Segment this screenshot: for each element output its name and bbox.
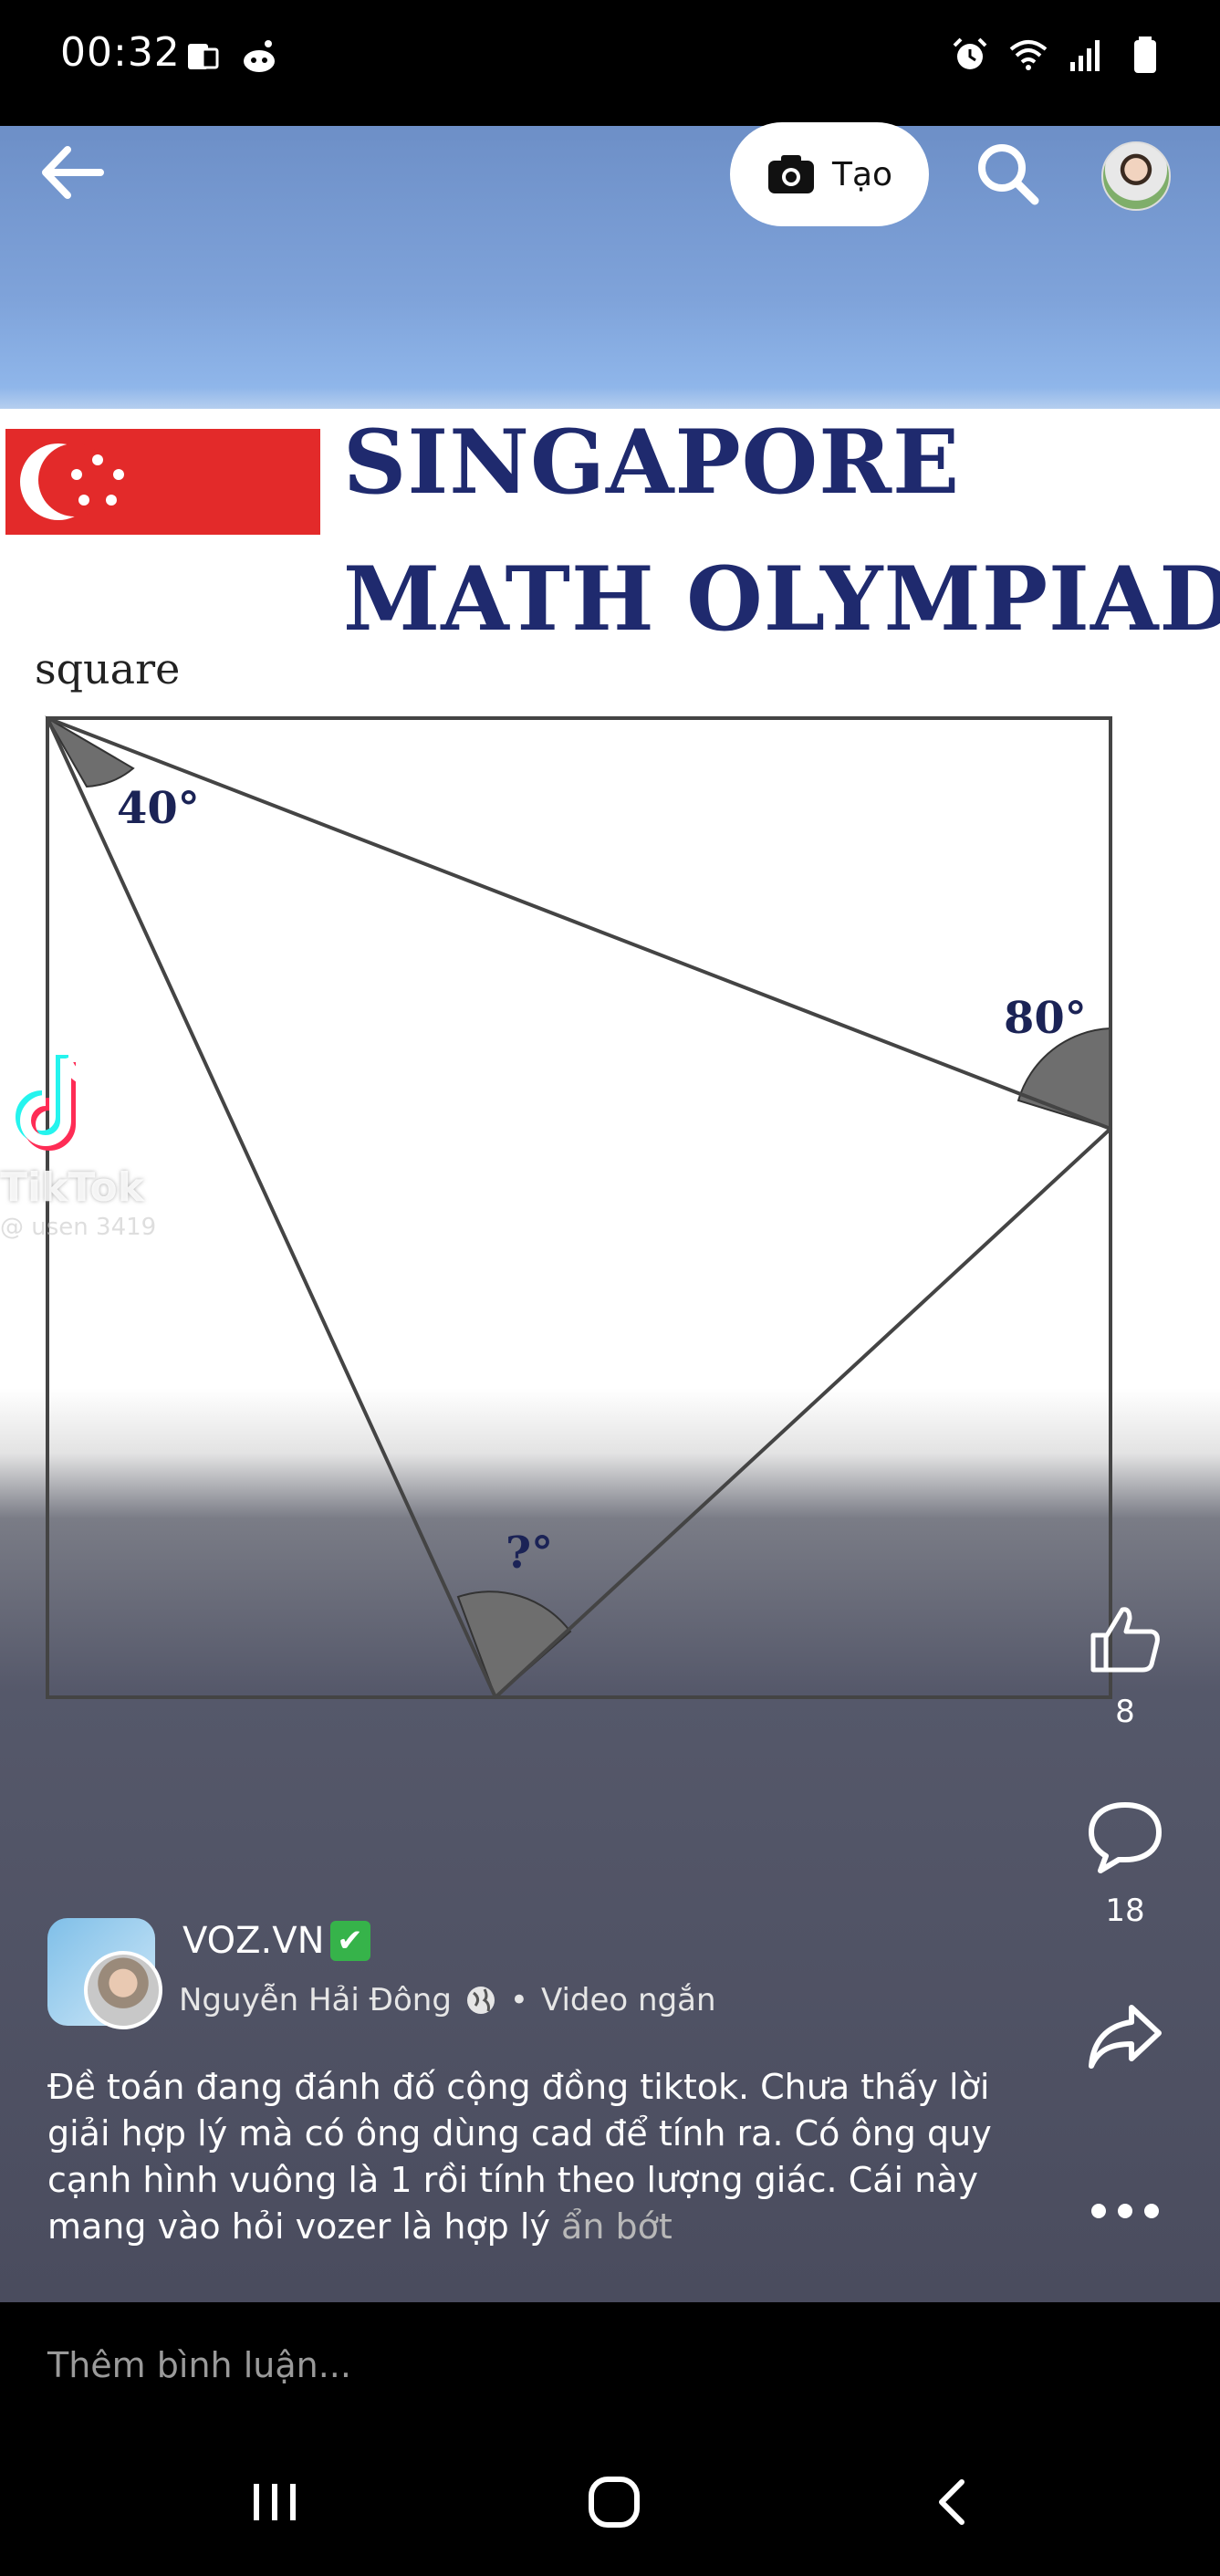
flag-stars-icon xyxy=(71,454,124,506)
banner-title-line1: SINGAPORE xyxy=(343,411,961,514)
comment-button[interactable]: 18 xyxy=(1086,1798,1164,1929)
post-meta: Nguyễn Hải Đông • Video ngắn xyxy=(179,1982,716,2018)
comment-icon xyxy=(1089,1802,1162,1873)
status-left-icons xyxy=(182,37,279,77)
tiktok-watermark-text: TikTok xyxy=(0,1164,145,1211)
search-icon[interactable] xyxy=(973,139,1042,208)
back-icon[interactable] xyxy=(922,2475,985,2529)
figure-label: square xyxy=(35,644,181,694)
post-caption: Đề toán đang đánh đố cộng đồng tiktok. C… xyxy=(47,2064,1033,2250)
recent-apps-icon[interactable] xyxy=(243,2475,307,2529)
create-label: Tạo xyxy=(831,155,893,193)
angle-arc-top-left xyxy=(45,715,135,788)
thumbs-up-icon xyxy=(1090,1607,1160,1673)
tiktok-watermark-user: @ usen 3419 xyxy=(0,1214,157,1241)
page-name-row[interactable]: VOZ.VN ✔ xyxy=(182,1920,370,1962)
camera-icon xyxy=(767,155,814,193)
like-button[interactable]: 8 xyxy=(1086,1599,1164,1730)
signal-icon xyxy=(1070,40,1100,71)
see-less-link[interactable]: ẩn bớt xyxy=(561,2206,673,2247)
globe-icon xyxy=(466,1987,495,2014)
arrow-left-icon[interactable] xyxy=(36,137,108,208)
share-icon xyxy=(1089,2005,1162,2069)
page-name: VOZ.VN xyxy=(182,1920,325,1962)
more-button[interactable] xyxy=(1086,2172,1164,2250)
comment-count: 18 xyxy=(1105,1893,1145,1929)
like-count: 8 xyxy=(1115,1694,1135,1730)
tiktok-logo-icon xyxy=(16,1055,96,1151)
avatar[interactable] xyxy=(1101,141,1171,211)
alarm-icon xyxy=(953,37,987,69)
wifi-icon xyxy=(1009,40,1048,70)
share-button[interactable] xyxy=(1086,1998,1164,2077)
verified-icon: ✔ xyxy=(329,1921,370,1961)
author-name[interactable]: Nguyễn Hải Đông xyxy=(179,1982,452,2018)
meta-separator: • xyxy=(509,1982,528,2018)
caption-text: Đề toán đang đánh đố cộng đồng tiktok. C… xyxy=(47,2067,992,2247)
reddit-icon xyxy=(244,40,275,72)
battery-icon xyxy=(1134,37,1156,73)
author-avatar[interactable] xyxy=(84,1951,162,2029)
home-icon[interactable] xyxy=(582,2475,646,2529)
post-type: Video ngắn xyxy=(540,1982,716,2018)
square-outline xyxy=(46,716,1112,1699)
angle-label-top-left: 40° xyxy=(117,783,200,834)
angle-label-bottom: ?° xyxy=(506,1528,554,1579)
triangle-outline xyxy=(46,716,1112,1699)
status-bar: 00:32 xyxy=(0,0,1220,126)
status-time: 00:32 xyxy=(60,29,181,76)
more-icon xyxy=(1091,2204,1159,2218)
screen-cast-icon xyxy=(188,44,219,69)
create-button[interactable]: Tạo xyxy=(730,122,929,226)
banner-title-line2: MATH OLYMPIAD xyxy=(343,548,1220,651)
angle-label-right: 80° xyxy=(1004,993,1087,1044)
comment-input[interactable]: Thêm bình luận... xyxy=(47,2345,351,2385)
status-right-icons xyxy=(950,35,1165,75)
